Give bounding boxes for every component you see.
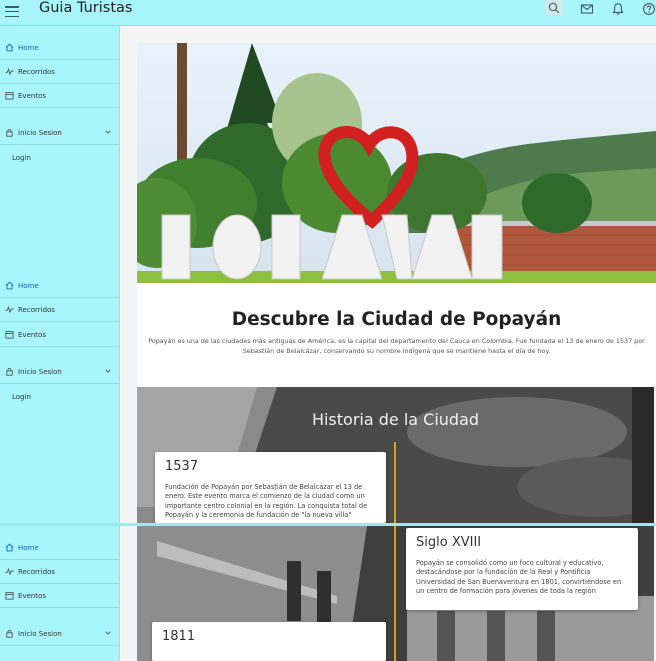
chevron-down-icon <box>105 630 111 636</box>
timeline-year: Siglo XVIII <box>416 535 482 550</box>
route-icon <box>3 304 15 316</box>
menu-icon[interactable] <box>5 6 19 17</box>
lock-icon <box>3 628 15 640</box>
sidebar-item-home[interactable]: Home <box>0 536 120 560</box>
bell-icon[interactable] <box>611 2 625 16</box>
timeline-line <box>394 442 396 523</box>
intro-text: Popayán es una de las ciudades más antig… <box>148 337 645 355</box>
sidebar-item-recorridos[interactable]: Recorridos <box>0 60 120 84</box>
sidebar: Home Recorridos Eventos Inicio Sesion Lo… <box>0 26 120 523</box>
sidebar-item-inicio-sesion[interactable]: Inicio Sesion <box>0 360 120 384</box>
sidebar-item-label: Recorridos <box>18 67 55 76</box>
sidebar-item-label: Recorridos <box>18 567 55 576</box>
home-icon <box>3 542 15 554</box>
sidebar-item-eventos[interactable]: Eventos <box>0 323 120 347</box>
route-icon <box>3 566 15 578</box>
history-section-lower: Siglo XVIII Popayán se consolidó como un… <box>137 526 654 661</box>
home-icon <box>3 42 15 54</box>
timeline-text: Popayán se consolidó como un foco cultur… <box>416 559 622 596</box>
sidebar-item-label: Recorridos <box>18 305 55 314</box>
sidebar-lower: Home Recorridos Eventos Inicio Sesion <box>0 526 120 661</box>
mail-icon[interactable] <box>580 2 594 16</box>
sidebar-item-label: Home <box>18 281 39 290</box>
sidebar-item-login[interactable]: Login <box>12 393 31 401</box>
chevron-down-icon <box>105 129 111 135</box>
lock-icon <box>3 366 15 378</box>
sidebar-item-eventos[interactable]: Eventos <box>0 584 120 608</box>
timeline-year: 1811 <box>162 629 196 644</box>
calendar-icon <box>3 590 15 602</box>
chevron-down-icon <box>105 368 111 374</box>
sidebar-item-label: Inicio Sesion <box>18 367 62 376</box>
timeline-card: 1537 Fundación de Popayán por Sebastián … <box>155 452 386 523</box>
calendar-icon <box>3 90 15 102</box>
hero-image <box>137 43 656 283</box>
route-icon <box>3 66 15 78</box>
history-title: Historia de la Ciudad <box>311 410 480 429</box>
history-section: Historia de la Ciudad 1537 Fundación de … <box>137 387 654 523</box>
intro-section: Descubre la Ciudad de Popayán Popayán es… <box>137 283 656 387</box>
sidebar-item-label: Inicio Sesion <box>18 629 62 638</box>
intro-title: Descubre la Ciudad de Popayán <box>231 309 562 330</box>
sidebar-item-label: Eventos <box>18 591 46 600</box>
calendar-icon <box>3 329 15 341</box>
timeline-year: 1537 <box>165 459 199 474</box>
timeline-card: Siglo XVIII Popayán se consolidó como un… <box>406 528 638 610</box>
lock-icon <box>3 127 15 139</box>
sidebar-item-recorridos[interactable]: Recorridos <box>0 298 120 322</box>
sidebar-item-login[interactable]: Login <box>12 154 31 162</box>
help-icon[interactable] <box>642 2 656 16</box>
home-icon <box>3 280 15 292</box>
sidebar-item-label: Eventos <box>18 91 46 100</box>
sidebar-item-eventos[interactable]: Eventos <box>0 84 120 108</box>
sidebar-item-label: Home <box>18 543 39 552</box>
top-app-bar: Guia Turistas <box>0 0 656 26</box>
sidebar-item-recorridos[interactable]: Recorridos <box>0 560 120 584</box>
sidebar-item-label: Home <box>18 43 39 52</box>
sidebar-item-inicio-sesion[interactable]: Inicio Sesion <box>0 121 120 145</box>
timeline-card: 1811 <box>152 622 386 661</box>
sidebar-item-label: Eventos <box>18 330 46 339</box>
search-icon[interactable] <box>545 0 563 15</box>
sidebar-item-inicio-sesion[interactable]: Inicio Sesion <box>0 622 120 646</box>
app-title: Guia Turistas <box>39 0 133 16</box>
timeline-text: Fundación de Popayán por Sebastián de Be… <box>165 483 368 520</box>
sidebar-item-label: Inicio Sesion <box>18 128 62 137</box>
sidebar-item-home[interactable]: Home <box>0 274 120 298</box>
sidebar-item-home[interactable]: Home <box>0 36 120 60</box>
timeline-line <box>394 526 396 661</box>
